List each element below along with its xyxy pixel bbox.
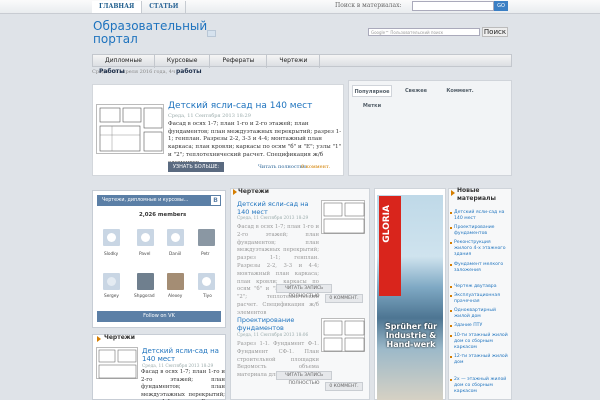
- search-button[interactable]: Поиск: [482, 27, 508, 37]
- avatar[interactable]: [137, 273, 154, 290]
- read-more-link[interactable]: Читать полностью: [258, 164, 307, 170]
- go-button[interactable]: GO: [494, 1, 508, 11]
- comments-button[interactable]: 0 КОММЕНТ.: [325, 294, 363, 303]
- list-item[interactable]: Чертеж двутавра: [450, 284, 510, 290]
- middle-heading: Чертежи: [238, 188, 269, 195]
- menu-item-essays[interactable]: Рефераты: [210, 55, 268, 68]
- learn-more-button[interactable]: УЗНАТЬ БОЛЬШЕ:: [168, 162, 224, 172]
- vk-member-name[interactable]: Tiyo: [203, 294, 212, 299]
- avatar[interactable]: [137, 229, 154, 246]
- top-nav-home[interactable]: ГЛАВНАЯ: [92, 1, 143, 13]
- submenu-item-a[interactable]: Работы: [99, 68, 125, 75]
- tab-recent[interactable]: Свежее: [396, 85, 436, 97]
- submenu-item-b[interactable]: работы: [176, 68, 202, 75]
- left-box-heading: Чертежи: [104, 334, 135, 341]
- main-menu: Дипломные Курсовые Рефераты Чертежи: [92, 54, 512, 68]
- menu-item-diplomas[interactable]: Дипломные: [93, 55, 155, 68]
- list-item[interactable]: Реконструкция жилого 4-х этажного здания: [450, 240, 510, 258]
- search-label: Поиск в материалах:: [335, 2, 402, 9]
- vk-member-name[interactable]: Alexey: [168, 294, 182, 299]
- post-title[interactable]: Детский ясли-сад на 140 мест: [237, 200, 317, 216]
- list-item[interactable]: Одноквартирный жилой дом: [450, 308, 510, 320]
- vk-logo-icon: В: [211, 196, 220, 205]
- tab-comments[interactable]: Коммент.: [440, 85, 480, 97]
- post-thumbnail[interactable]: [321, 318, 365, 352]
- comments-link[interactable]: 0 коммент.: [301, 164, 330, 170]
- list-item[interactable]: Здание ПТУ: [450, 323, 510, 329]
- list-item[interactable]: 10-ти этажный жилой дом со сборным карка…: [450, 333, 510, 351]
- vk-member-name[interactable]: Pavel: [139, 252, 150, 257]
- post-thumbnail[interactable]: [96, 347, 138, 379]
- avatar[interactable]: [167, 273, 184, 290]
- avatar[interactable]: [167, 229, 184, 246]
- arrow-icon: [97, 336, 101, 342]
- post-title[interactable]: Проектирование фундаментов: [237, 316, 317, 332]
- vk-widget: [92, 190, 226, 328]
- post-date: Среда, 11 Сентября 2013 18:29: [237, 216, 309, 221]
- google-search-input[interactable]: Google™ Пользовательский поиск: [368, 28, 480, 36]
- site-title[interactable]: Образовательный портал: [93, 20, 207, 46]
- avatar[interactable]: [198, 229, 215, 246]
- vk-group-header[interactable]: Чертежи, дипломные и курсовы...: [97, 195, 221, 206]
- post-excerpt: Фасад в осях 1-7; план 1-го и 2-го этаже…: [141, 369, 225, 400]
- ad-slogan: Sprüher für Industrie & Hand-werk: [384, 322, 438, 349]
- featured-thumbnail[interactable]: [96, 104, 164, 154]
- list-item[interactable]: 2х — этажный жилой дом со сборным каркас…: [450, 377, 510, 395]
- menu-item-drawings[interactable]: Чертежи: [267, 55, 321, 68]
- list-item[interactable]: Фундамент мелкого заложения: [450, 262, 510, 274]
- avatar[interactable]: [103, 229, 120, 246]
- post-date: Среда, 11 Сентября 2013 18:06: [237, 333, 309, 338]
- avatar[interactable]: [103, 273, 120, 290]
- arrow-icon: [233, 189, 237, 195]
- vk-member-name[interactable]: Sergey: [104, 294, 119, 299]
- tabs-panel: Популярное Свежее Коммент. Метки: [348, 80, 512, 176]
- post-title[interactable]: Детский ясли-сад на 140 мест: [142, 347, 224, 363]
- read-more-button[interactable]: ЧИТАТЬ ЗАПИСЬ ПОЛНОСТЬЮ: [276, 284, 332, 299]
- vk-members-count: 2,026 members: [139, 212, 187, 218]
- tab-popular[interactable]: Популярное: [352, 85, 392, 97]
- post-thumbnail[interactable]: [321, 200, 365, 234]
- top-navigation-bar: [0, 0, 600, 14]
- featured-date: Среда, 11 Сентября 2013 18:29: [168, 113, 251, 119]
- vk-member-name[interactable]: Daniil: [169, 252, 181, 257]
- post-excerpt: Фасад в осях 1-7; план 1-го и 2-го этаже…: [237, 224, 319, 316]
- menu-item-coursework[interactable]: Курсовые: [155, 55, 211, 68]
- avatar[interactable]: [198, 273, 215, 290]
- list-item[interactable]: 12-ти этажный жилой дом: [450, 354, 510, 366]
- rss-icon[interactable]: [207, 30, 216, 37]
- comments-button[interactable]: 0 КОММЕНТ.: [325, 382, 363, 391]
- top-nav: ГЛАВНАЯ СТАТЬИ: [92, 1, 187, 13]
- vk-member-name[interactable]: Shpgorad: [134, 294, 155, 299]
- list-item[interactable]: Эксплуатационная прачечная: [450, 293, 510, 305]
- read-more-button[interactable]: ЧИТАТЬ ЗАПИСЬ ПОЛНОСТЬЮ: [276, 371, 332, 386]
- arrow-icon: [451, 190, 455, 196]
- top-nav-articles[interactable]: СТАТЬИ: [142, 1, 187, 13]
- featured-excerpt: Фасад в осях 1-7; план 1-го и 2-го этаже…: [168, 121, 342, 166]
- list-item[interactable]: Проектирование фундаментов: [450, 225, 510, 237]
- vk-follow-button[interactable]: Follow on VK: [97, 311, 221, 322]
- vk-member-name[interactable]: Slodky: [104, 252, 118, 257]
- list-item[interactable]: Детский ясли-сад на 140 мест: [450, 210, 510, 222]
- featured-title[interactable]: Детский ясли-сад на 140 мест: [168, 101, 312, 111]
- search-input[interactable]: [412, 1, 494, 11]
- ad-brand-logo: GLORIA: [382, 205, 392, 243]
- new-materials-heading: Новые материалы: [457, 187, 496, 202]
- tab-tags[interactable]: Метки: [352, 100, 392, 112]
- vk-member-name[interactable]: Petr: [201, 252, 210, 257]
